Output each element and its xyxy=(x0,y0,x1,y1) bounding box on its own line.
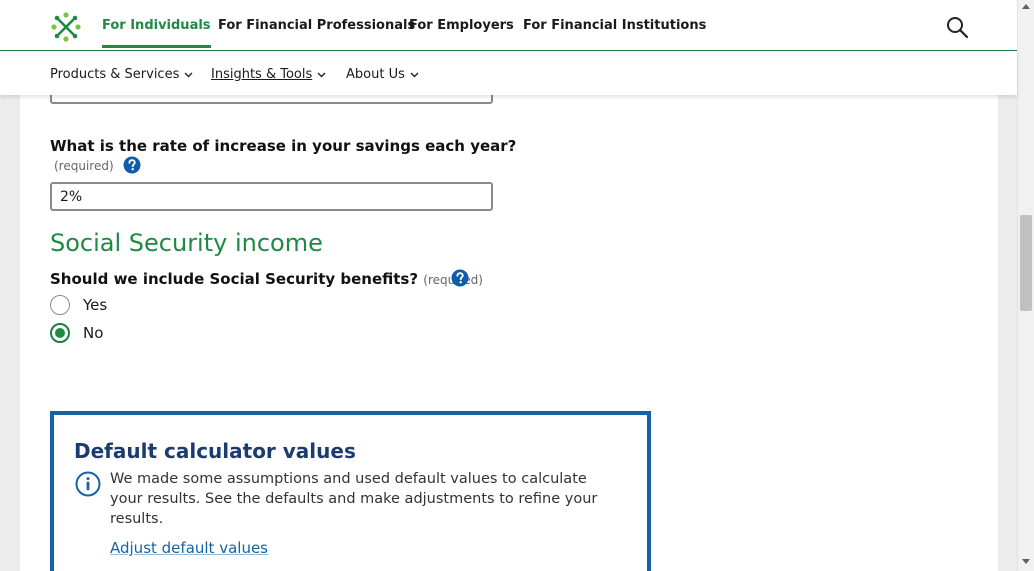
tab-for-financial-professionals[interactable]: For Financial Professionals xyxy=(218,18,415,33)
scroll-down-arrow-icon[interactable] xyxy=(1022,559,1030,564)
principal-logo-icon[interactable] xyxy=(50,11,82,43)
radio-no-label: No xyxy=(83,324,104,342)
social-security-question-text: Should we include Social Security benefi… xyxy=(50,270,419,288)
savings-increase-required: (required) xyxy=(54,159,114,173)
tab-for-individuals[interactable]: For Individuals xyxy=(102,18,211,48)
info-circle-icon xyxy=(75,471,101,497)
question-circle-icon[interactable] xyxy=(451,269,469,287)
radio-yes[interactable] xyxy=(50,295,70,315)
top-navigation: For Individuals For Financial Profession… xyxy=(0,0,1017,51)
subnav-insights-tools[interactable]: Insights & Tools xyxy=(211,67,326,82)
default-values-title: Default calculator values xyxy=(74,439,356,463)
scroll-up-arrow-icon[interactable] xyxy=(1022,4,1030,9)
tab-for-employers[interactable]: For Employers xyxy=(409,18,514,33)
page-scrollbar[interactable] xyxy=(1017,0,1034,571)
subnav-about-us[interactable]: About Us xyxy=(346,67,419,82)
chevron-down-icon xyxy=(410,72,419,77)
scrollbar-thumb[interactable] xyxy=(1020,215,1032,311)
default-values-panel: Default calculator values We made some a… xyxy=(50,411,651,571)
social-security-question: Should we include Social Security benefi… xyxy=(50,270,483,288)
subnav-products-services[interactable]: Products & Services xyxy=(50,67,193,82)
radio-option-no[interactable]: No xyxy=(50,323,103,343)
radio-yes-label: Yes xyxy=(83,296,108,314)
sub-navigation: Products & Services Insights & Tools Abo… xyxy=(0,51,1017,95)
tab-for-financial-institutions[interactable]: For Financial Institutions xyxy=(523,18,706,33)
savings-increase-input[interactable] xyxy=(50,182,493,211)
question-circle-icon[interactable] xyxy=(123,156,141,174)
chevron-down-icon xyxy=(317,72,326,77)
chevron-down-icon xyxy=(184,72,193,77)
social-security-section-title: Social Security income xyxy=(50,229,323,257)
search-icon[interactable] xyxy=(945,15,969,39)
subnav-about-us-label: About Us xyxy=(346,67,405,82)
radio-option-yes[interactable]: Yes xyxy=(50,295,107,315)
subnav-insights-tools-label: Insights & Tools xyxy=(211,67,313,82)
adjust-default-values-link[interactable]: Adjust default values xyxy=(110,539,268,557)
savings-increase-label: What is the rate of increase in your sav… xyxy=(50,137,517,155)
default-values-description: We made some assumptions and used defaul… xyxy=(110,471,598,527)
subnav-products-services-label: Products & Services xyxy=(50,67,180,82)
radio-no[interactable] xyxy=(50,323,70,343)
